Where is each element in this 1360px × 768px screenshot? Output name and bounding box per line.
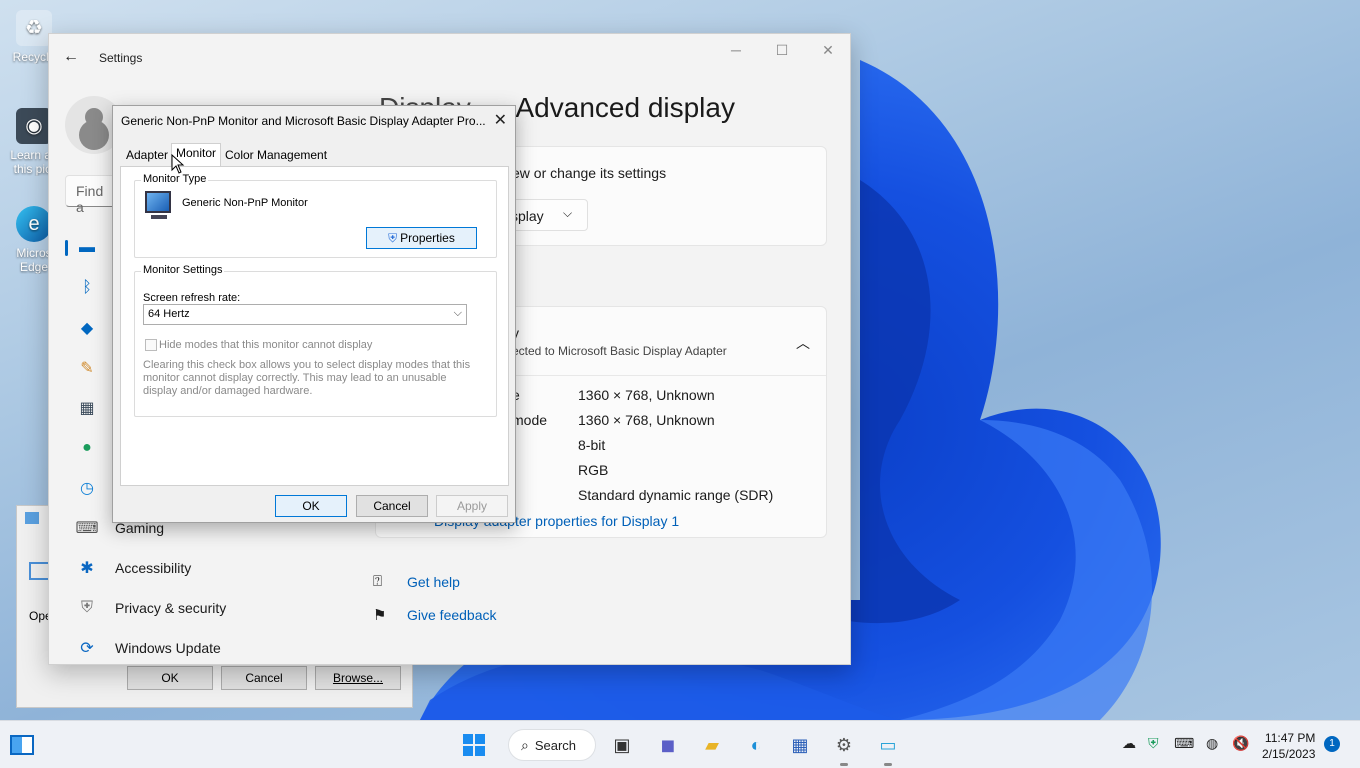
gaming-icon: ⌨ <box>75 520 99 537</box>
chevron-down-icon: ⌵ <box>453 307 462 319</box>
title-bar: ← Settings ─ ☐ ✕ <box>49 34 850 82</box>
nav-item-privacy[interactable]: ⛨ Privacy & security <box>65 590 265 626</box>
store-icon[interactable]: ▦ <box>786 731 814 759</box>
hide-modes-desc-line3: display and/or damaged hardware. <box>143 385 313 397</box>
volume-muted-icon[interactable]: 🔇 <box>1232 735 1249 752</box>
clock-time: 11:47 PM <box>1264 731 1316 745</box>
tab-adapter[interactable]: Adapter <box>122 146 172 166</box>
chevron-up-icon[interactable]: ︿ <box>796 333 810 353</box>
recycle-bin-icon: ♻ <box>16 10 52 46</box>
accounts-icon: ● <box>82 439 92 456</box>
personalization-icon: ✎ <box>80 360 94 377</box>
dialog-cancel-button[interactable]: Cancel <box>356 495 428 517</box>
start-button[interactable] <box>460 731 488 759</box>
monitor-properties-button[interactable]: ⛨ Properties <box>366 227 477 249</box>
tab-color-management[interactable]: Color Management <box>221 146 331 166</box>
monitor-type-group: Monitor Type Generic Non-PnP Monitor ⛨ P… <box>134 173 497 258</box>
active-signal-mode-value: 1360 × 768, Unknown <box>578 412 715 428</box>
keyboard-icon[interactable]: ⌨ <box>1174 735 1194 752</box>
monitor-settings-label: Monitor Settings <box>141 264 225 276</box>
running-indicator-2 <box>884 763 892 766</box>
camera-icon: ◉ <box>16 108 52 144</box>
bg-cancel-button[interactable]: Cancel <box>221 666 307 690</box>
network-globe-icon[interactable]: ◍ <box>1206 735 1218 752</box>
give-feedback-link[interactable]: Give feedback <box>407 607 497 623</box>
monitor-stand <box>151 215 167 219</box>
select-display-text: ew or change its settings <box>512 165 667 181</box>
minimize-button[interactable]: ─ <box>721 42 751 62</box>
security-icon[interactable]: ⛨ <box>1148 735 1159 752</box>
refresh-rate-select[interactable]: 64 Hertz ⌵ <box>143 304 467 325</box>
monitor-tab-panel: Monitor Type Generic Non-PnP Monitor ⛨ P… <box>120 166 509 486</box>
windows-logo-icon <box>463 734 485 756</box>
bit-depth-value: 8-bit <box>578 437 606 453</box>
monitor-icon <box>145 191 171 213</box>
help-icon: ⍰ <box>373 573 383 590</box>
nav-item-windows-update[interactable]: ⟳ Windows Update <box>65 630 265 666</box>
window-app-icon <box>25 512 39 524</box>
color-space-value: Standard dynamic range (SDR) <box>578 487 774 503</box>
monitor-type-label: Monitor Type <box>141 173 209 185</box>
notification-badge[interactable]: 1 <box>1324 736 1340 752</box>
edge-taskbar-icon[interactable]: ◐ <box>742 731 770 759</box>
file-explorer-icon[interactable]: ▰ <box>698 731 726 759</box>
system-icon: ▬ <box>79 239 95 256</box>
bg-ok-button[interactable]: OK <box>127 666 213 690</box>
clock-date: 2/15/2023 <box>1262 747 1316 761</box>
dialog-close-icon[interactable]: ✕ <box>494 110 507 130</box>
search-icon: ⌕ <box>521 736 529 753</box>
mouse-cursor-icon <box>171 154 185 174</box>
chat-icon[interactable]: ◼ <box>654 731 682 759</box>
hide-modes-desc-line1: Clearing this check box allows you to se… <box>143 359 471 371</box>
bluetooth-icon: ᛒ <box>82 279 92 296</box>
bg-browse-button[interactable]: Browse... <box>315 666 401 690</box>
display-info-sub: ected to Microsoft Basic Display Adapter <box>512 344 727 358</box>
apps-icon: ▦ <box>79 400 95 417</box>
dialog-title: Generic Non-PnP Monitor and Microsoft Ba… <box>121 114 485 128</box>
taskbar: ⌕ Search ▣ ◼ ▰ ◐ ▦ ⚙ ▭ ☁ ⛨ ⌨ ◍ 🔇 11:47 P… <box>0 720 1360 768</box>
network-icon: ◆ <box>80 320 94 337</box>
shield-icon: ⛨ <box>80 599 93 616</box>
settings-title: Settings <box>99 51 143 65</box>
desktop-mode-value: 1360 × 768, Unknown <box>578 387 715 403</box>
running-indicator <box>840 763 848 766</box>
update-icon: ⟳ <box>80 640 94 657</box>
dialog-apply-button[interactable]: Apply <box>436 495 508 517</box>
onedrive-icon[interactable]: ☁ <box>1122 735 1136 752</box>
uac-shield-icon: ⛨ <box>388 230 398 245</box>
task-view-icon[interactable]: ▣ <box>608 731 636 759</box>
refresh-rate-label: Screen refresh rate: <box>143 292 241 304</box>
chevron-down-icon: ⌵ <box>563 206 573 220</box>
feedback-icon: ⚑ <box>373 607 387 624</box>
settings-gear-icon[interactable]: ⚙ <box>830 731 858 759</box>
maximize-button[interactable]: ☐ <box>767 42 797 62</box>
back-arrow-icon[interactable]: ← <box>63 48 83 68</box>
edge-icon: e <box>16 206 52 242</box>
dialog-ok-button[interactable]: OK <box>275 495 347 517</box>
display-app-icon[interactable]: ▭ <box>874 731 902 759</box>
hide-modes-label: Hide modes that this monitor cannot disp… <box>159 339 373 351</box>
hide-modes-checkbox[interactable] <box>145 339 157 351</box>
hide-modes-desc-line2: monitor cannot display correctly. This m… <box>143 372 447 384</box>
get-help-link[interactable]: Get help <box>407 574 460 590</box>
accessibility-icon: ✱ <box>80 560 94 577</box>
taskbar-search[interactable]: ⌕ Search <box>508 729 596 761</box>
color-format-value: RGB <box>578 462 609 478</box>
close-button[interactable]: ✕ <box>813 42 843 62</box>
time-icon: ◷ <box>80 480 94 497</box>
clock[interactable]: 11:47 PM 2/15/2023 <box>1262 730 1315 762</box>
page-title: Advanced display <box>515 92 735 123</box>
monitor-name: Generic Non-PnP Monitor <box>182 197 308 209</box>
nav-item-accessibility[interactable]: ✱ Accessibility <box>65 550 265 586</box>
widgets-icon[interactable] <box>8 731 36 759</box>
